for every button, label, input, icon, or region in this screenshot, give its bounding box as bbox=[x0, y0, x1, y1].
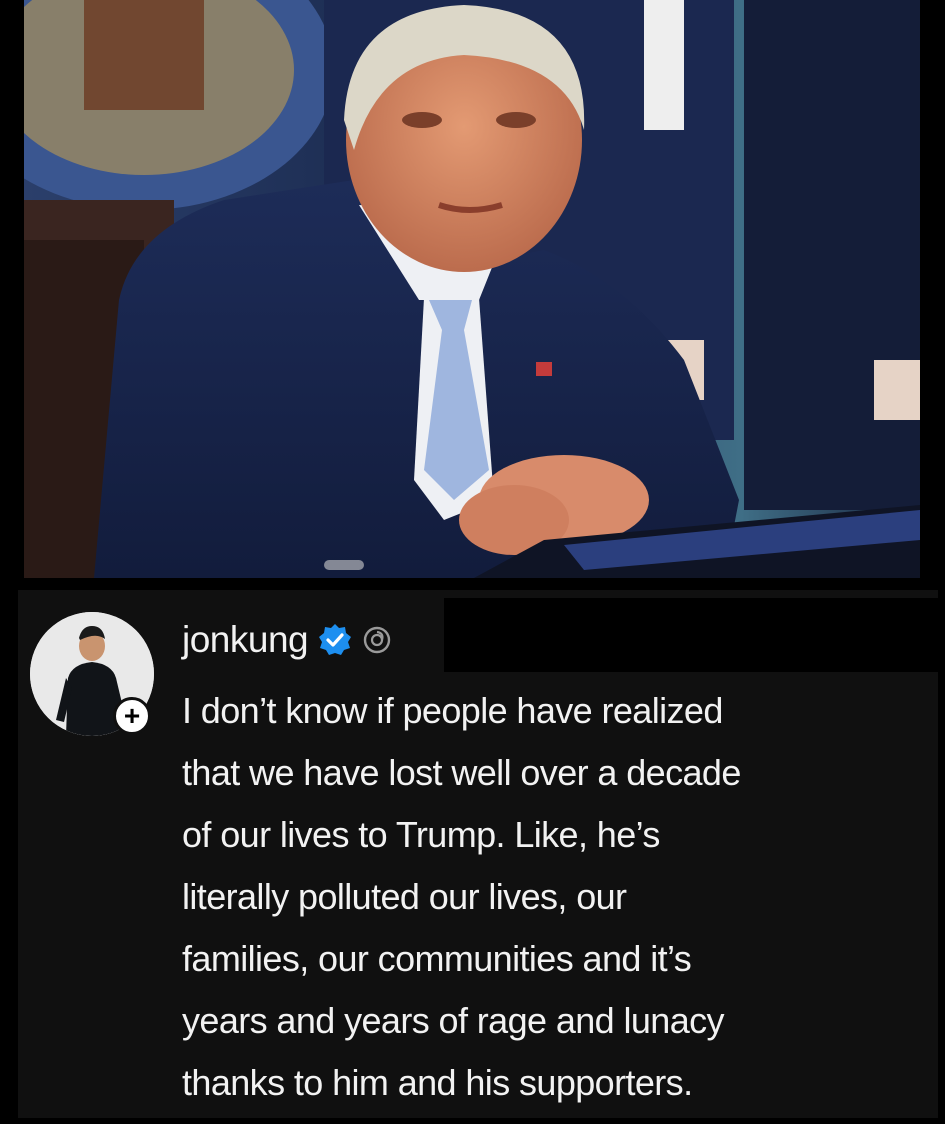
follow-plus-button[interactable]: + bbox=[113, 697, 151, 735]
avatar-container[interactable]: + bbox=[30, 612, 154, 736]
plus-icon: + bbox=[123, 700, 141, 731]
threads-logo-icon bbox=[362, 625, 392, 655]
post-body-text: I don’t know if people have realized tha… bbox=[182, 690, 741, 1103]
photo-illustration bbox=[24, 0, 920, 578]
redacted-area bbox=[444, 598, 941, 672]
post-photo[interactable] bbox=[24, 0, 920, 578]
verified-badge-icon bbox=[318, 623, 352, 657]
screenshot-frame: + jonkung I don’t know if people have re… bbox=[0, 0, 945, 1124]
post-header: jonkung bbox=[182, 612, 392, 668]
username[interactable]: jonkung bbox=[182, 619, 309, 661]
